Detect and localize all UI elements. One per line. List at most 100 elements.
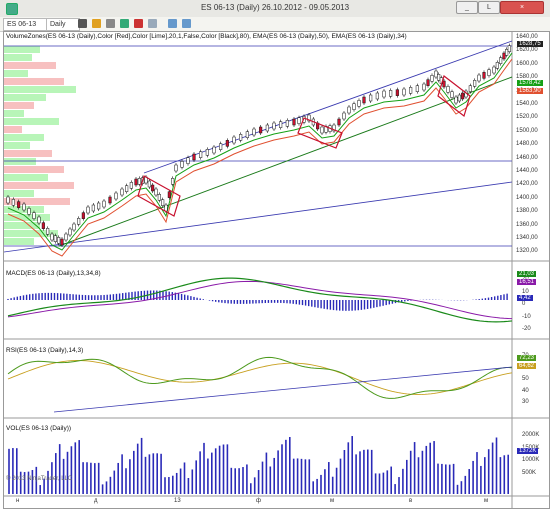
instrument-selector[interactable]: ES 06-13 [3,18,49,31]
indicators-icon[interactable] [120,19,129,28]
price-tick-label: 1460,00 [516,154,538,161]
candle-body [225,140,229,147]
candle-body [46,228,50,235]
candle-body [507,45,511,52]
hist-value-badge: 4,42 [517,295,533,301]
candle-body [415,85,419,92]
indicator-tick-label: -20 [522,326,531,332]
candle-body [64,233,68,241]
candle-body [114,192,118,200]
candle-body [108,196,112,204]
indicator-tick-label: 10 [522,288,529,295]
candle-body [60,238,64,246]
price-tick-label: 1360,00 [516,221,538,228]
candle-body [91,204,95,212]
macd-line [7,277,513,323]
properties-icon[interactable] [148,19,157,28]
zoom-out-icon[interactable] [182,19,191,28]
candle-body [369,94,373,102]
maximize-button[interactable]: L [478,1,500,14]
candle-body [492,66,496,74]
candle-body [342,112,346,120]
trend-line [58,76,513,247]
candle-body [27,208,31,215]
price-tick-label: 1320,00 [516,248,538,255]
draw-tool-icon[interactable] [92,19,101,28]
candle-body [430,75,434,82]
time-tick-label: м [484,498,489,504]
last-price-badge: 1628,75 [517,41,543,47]
title-bar: ES 06-13 (Daily) 26.10.2012 - 09.05.2013… [0,0,550,18]
volume-zone-bar [4,190,34,197]
candle-body [279,121,283,128]
time-tick-label: м [330,498,335,504]
candle-body [285,120,289,127]
candle-body [477,74,481,82]
volume-indicator-label: VOL(ES 06-13 (Daily)) [6,425,72,432]
price-tick-label: 1620,00 [516,47,538,54]
chart-area[interactable]: VolumeZones(ES 06-13 (Daily),Color [Red]… [3,31,550,509]
candle-body [50,233,54,241]
price-tick-label: 1600,00 [516,60,538,67]
volume-zone-bar [4,230,58,237]
macd-indicator-label: MACD(ES 06-13 (Daily),13,34,8) [6,270,101,277]
candle-body [437,74,441,81]
candle-body [147,180,151,188]
candle-body [375,92,379,100]
candle-body [245,131,249,138]
period-selector[interactable]: Daily [46,18,80,31]
candle-body [495,62,499,69]
price-tick-label: 1640,00 [516,34,538,40]
strategies-icon[interactable] [134,19,143,28]
candle-body [167,191,171,198]
candle-body [161,199,165,206]
chart-toolbar: ES 06-13 Daily [0,17,550,32]
candle-body [473,80,477,87]
candle-body [252,128,256,136]
time-tick-label: 13 [174,498,181,504]
channel-lower-line [4,181,513,253]
price-tick-label: 1380,00 [516,208,538,215]
minimize-button[interactable]: _ [456,1,478,14]
candle-body [265,124,269,132]
volume-zone-bar [4,174,48,181]
candle-body [32,212,36,219]
candle-body [77,218,81,225]
volume-zone-bar [4,166,64,173]
volume-zone-bar [4,182,74,189]
crosshair-icon[interactable] [106,19,115,28]
candle-body [239,134,243,141]
indicator-tick-label: 30 [522,399,529,405]
volume-zone-bar [4,46,40,53]
candle-body [487,69,491,76]
macd-value-badge: 21,03 [517,271,537,277]
volume-value-badge: 1372K [517,448,539,454]
candle-body [352,103,356,110]
candle-body [151,184,155,192]
bar-type-icon[interactable] [78,19,87,28]
volume-zone-bar [4,86,76,93]
candle-body [337,118,341,126]
candle-body [37,216,41,224]
volume-zone-bar [4,94,46,101]
candle-body [389,90,393,97]
volume-zone-bar [4,238,34,245]
candle-body [409,87,413,94]
candle-body [468,85,472,92]
candle-body [129,182,133,189]
candle-body [192,153,196,161]
rsi-avg-badge: 64,62 [517,363,537,369]
zoom-in-icon[interactable] [168,19,177,28]
close-button[interactable]: × [500,1,544,14]
candle-body [212,146,216,154]
candle-body [97,202,101,210]
candle-body [442,80,446,88]
candle-body [22,203,26,211]
candle-body [199,151,203,158]
indicator-tick-label: 2000K [522,432,540,438]
candle-body [174,164,178,172]
candle-body [157,194,161,201]
volume-zone-bar [4,118,59,125]
candle-body [41,222,45,229]
candle-body [259,126,263,134]
